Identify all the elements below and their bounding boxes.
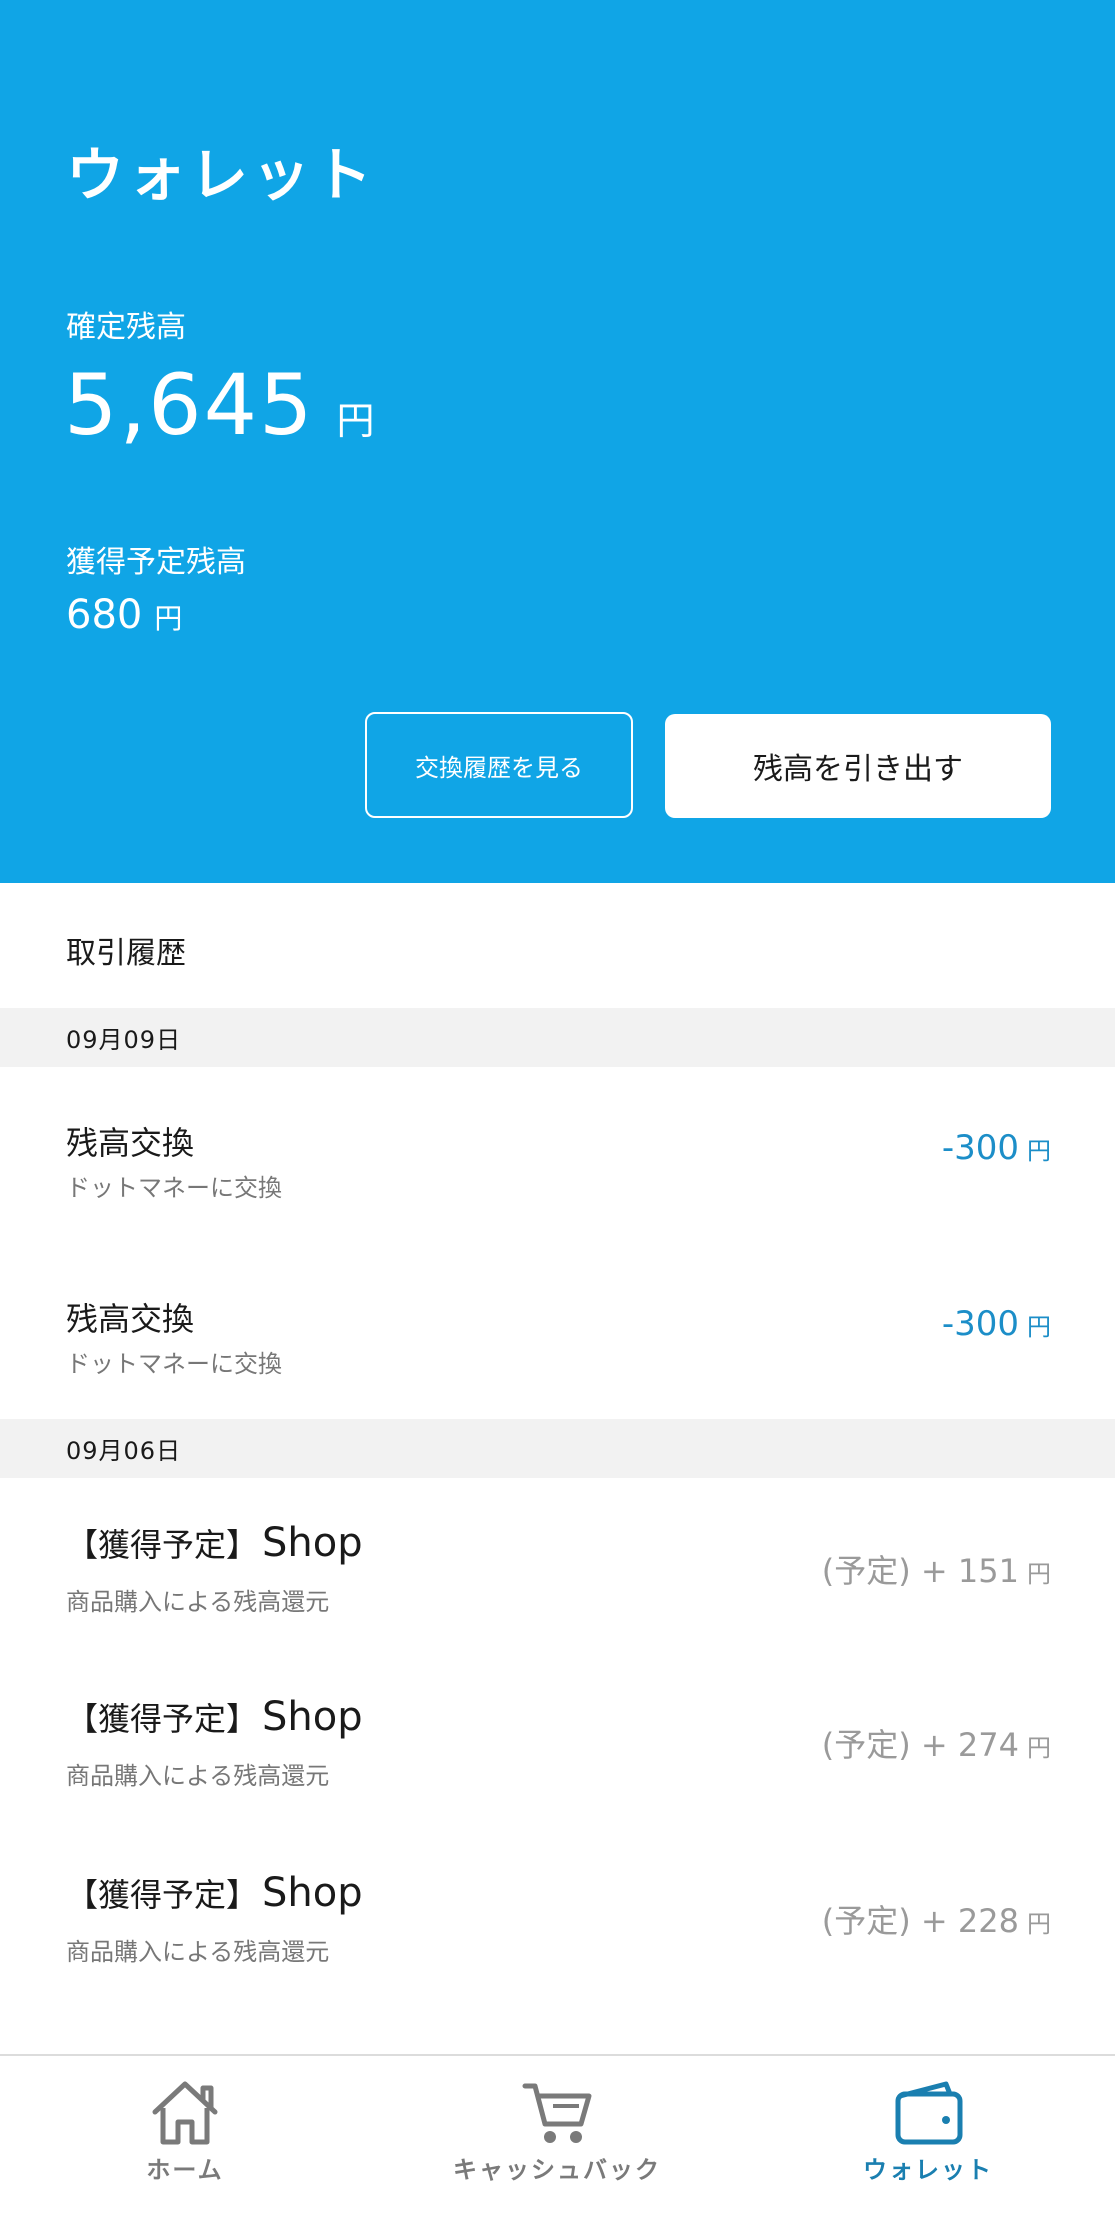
amount-value: -300: [941, 1128, 1019, 1168]
transaction-title: 残高交換: [66, 1300, 195, 1338]
page-title: ウォレット: [66, 141, 377, 209]
currency-unit: 円: [1027, 1734, 1051, 1762]
transaction-subtitle: 商品購入による残高還元: [66, 1762, 330, 1790]
transaction-subtitle: ドットマネーに交換: [66, 1350, 282, 1378]
currency-unit: 円: [1027, 1910, 1051, 1938]
confirmed-balance-label: 確定残高: [66, 310, 186, 345]
transaction-row[interactable]: 残高交換 ドットマネーに交換 -300 円: [0, 1118, 1115, 1238]
currency-unit: 円: [1027, 1137, 1051, 1165]
transaction-row[interactable]: 【獲得予定】 Shop 商品購入による残高還元 (予定) + 151 円: [0, 1520, 1115, 1640]
transaction-row[interactable]: 残高交換 ドットマネーに交換 -300 円: [0, 1294, 1115, 1414]
exchange-history-button[interactable]: 交換履歴を見る: [365, 712, 633, 818]
currency-unit: 円: [1027, 1560, 1051, 1588]
transaction-title: 【獲得予定】 Shop: [66, 1520, 363, 1566]
transaction-amount: -300 円: [942, 1128, 1051, 1168]
pending-balance-label: 獲得予定残高: [66, 545, 246, 580]
title-prefix: 【獲得予定】: [66, 1876, 259, 1914]
transaction-amount: (予定) + 151 円: [822, 1546, 1051, 1592]
tab-wallet[interactable]: ウォレット: [798, 2078, 1058, 2185]
amount-value: (予定) + 228: [821, 1902, 1019, 1940]
tab-wallet-label: ウォレット: [863, 2156, 993, 2184]
confirmed-balance: 5,645 円: [64, 356, 375, 454]
wallet-icon: [895, 2081, 963, 2145]
tab-cashback[interactable]: キャッシュバック: [427, 2078, 687, 2185]
wallet-header: ウォレット 確定残高 5,645 円 獲得予定残高 680 円 交換履歴を見る …: [0, 0, 1115, 883]
date-header: 09月06日: [0, 1419, 1115, 1478]
tab-cashback-label: キャッシュバック: [453, 2156, 661, 2184]
transaction-amount: -300 円: [942, 1304, 1051, 1344]
transaction-row[interactable]: 【獲得予定】 Shop 商品購入による残高還元 (予定) + 228 円: [0, 1870, 1115, 1990]
currency-unit: 円: [1027, 1313, 1051, 1341]
shop-name: Shop: [262, 1694, 363, 1740]
amount-value: (予定) + 151: [821, 1552, 1019, 1590]
transaction-title: 【獲得予定】 Shop: [66, 1870, 363, 1916]
transaction-row[interactable]: 【獲得予定】 Shop 商品購入による残高還元 (予定) + 274 円: [0, 1694, 1115, 1814]
transaction-title: 残高交換: [66, 1124, 195, 1162]
shop-name: Shop: [262, 1870, 363, 1916]
cart-icon: [522, 2083, 592, 2143]
tab-home[interactable]: ホーム: [55, 2078, 315, 2185]
shop-name: Shop: [262, 1520, 363, 1566]
title-prefix: 【獲得予定】: [66, 1526, 259, 1564]
pending-balance: 680 円: [66, 592, 182, 638]
transaction-subtitle: ドットマネーに交換: [66, 1174, 282, 1202]
transaction-subtitle: 商品購入による残高還元: [66, 1588, 330, 1616]
currency-unit: 円: [336, 399, 375, 443]
currency-unit: 円: [154, 602, 183, 635]
tab-home-label: ホーム: [146, 2156, 224, 2184]
confirmed-balance-value: 5,645: [64, 356, 315, 454]
transaction-history-title: 取引履歴: [66, 936, 186, 971]
transaction-amount: (予定) + 274 円: [822, 1720, 1051, 1766]
amount-value: -300: [941, 1304, 1019, 1344]
date-header: 09月09日: [0, 1008, 1115, 1067]
withdraw-button[interactable]: 残高を引き出す: [665, 714, 1051, 818]
amount-value: (予定) + 274: [821, 1726, 1019, 1764]
transaction-amount: (予定) + 228 円: [822, 1896, 1051, 1942]
pending-balance-value: 680: [66, 592, 143, 638]
title-prefix: 【獲得予定】: [66, 1700, 259, 1738]
bottom-tab-bar: ホーム キャッシュバック ウォレット: [0, 2054, 1115, 2231]
home-icon: [152, 2081, 218, 2145]
transaction-subtitle: 商品購入による残高還元: [66, 1938, 330, 1966]
transaction-title: 【獲得予定】 Shop: [66, 1694, 363, 1740]
